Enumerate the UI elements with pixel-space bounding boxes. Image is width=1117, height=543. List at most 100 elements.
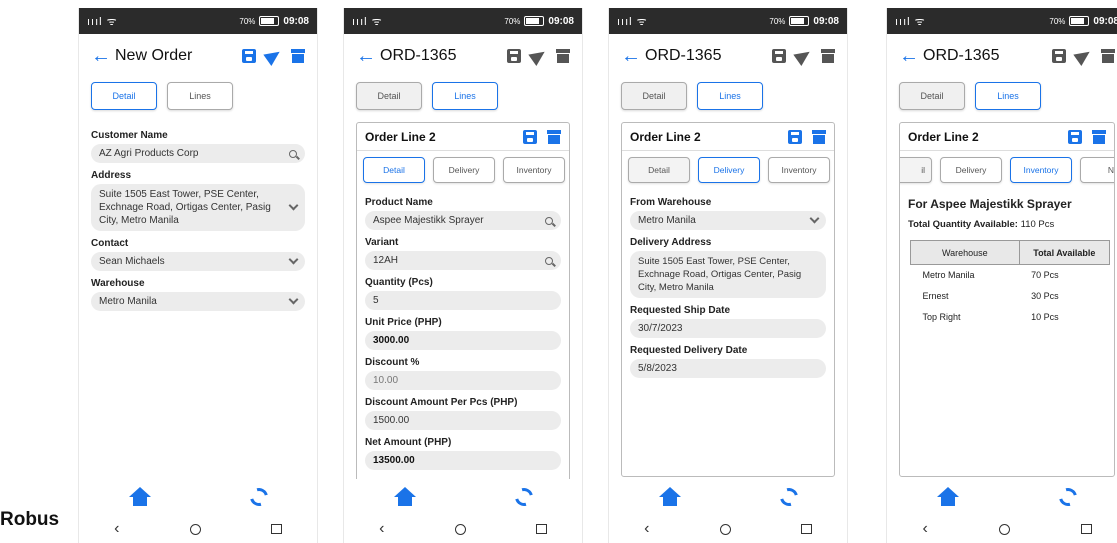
refresh-icon[interactable] bbox=[776, 484, 801, 510]
save-icon[interactable] bbox=[242, 49, 256, 63]
delivery-address-field[interactable]: Suite 1505 East Tower, PSE Center, Exchn… bbox=[630, 251, 826, 298]
bottom-navigation: ‹ bbox=[609, 479, 847, 543]
subtab-inventory[interactable]: Inventory bbox=[1010, 157, 1072, 183]
net-amount-field: 13500.00 bbox=[365, 451, 561, 470]
save-icon[interactable] bbox=[788, 129, 802, 144]
customer-name-field[interactable]: AZ Agri Products Corp bbox=[91, 144, 305, 163]
home-icon[interactable] bbox=[658, 487, 681, 507]
tab-detail[interactable]: Detail bbox=[91, 82, 157, 110]
tab-detail[interactable]: Detail bbox=[356, 82, 422, 110]
discount-percent-field[interactable]: 10.00 bbox=[365, 371, 561, 390]
recents-nav-icon[interactable] bbox=[270, 524, 282, 534]
send-icon[interactable] bbox=[263, 45, 284, 67]
subtab-detail[interactable]: Detail bbox=[628, 157, 690, 183]
back-nav-icon[interactable]: ‹ bbox=[644, 521, 649, 537]
quantity-field[interactable]: 5 bbox=[365, 291, 561, 310]
archive-icon[interactable] bbox=[556, 49, 570, 63]
chevron-down-icon[interactable] bbox=[288, 254, 299, 265]
tab-lines[interactable]: Lines bbox=[697, 82, 763, 110]
recents-nav-icon[interactable] bbox=[800, 524, 812, 534]
table-row: Ernest 30 Pcs bbox=[911, 286, 1110, 307]
back-arrow-icon[interactable]: ← bbox=[91, 46, 111, 66]
warehouse-field[interactable]: Metro Manila bbox=[91, 292, 305, 311]
save-icon[interactable] bbox=[1052, 49, 1066, 63]
ship-date-field[interactable]: 30/7/2023 bbox=[630, 319, 826, 338]
back-nav-icon[interactable]: ‹ bbox=[114, 521, 119, 537]
subtab-detail[interactable]: il bbox=[900, 157, 932, 183]
clock: 09:08 bbox=[1093, 15, 1117, 27]
order-form: Customer Name AZ Agri Products Corp Addr… bbox=[79, 114, 317, 311]
field-value: Metro Manila bbox=[99, 296, 157, 307]
back-arrow-icon[interactable]: ← bbox=[899, 46, 919, 66]
field-value: Suite 1505 East Tower, PSE Center, Exchn… bbox=[99, 189, 271, 226]
home-nav-icon[interactable] bbox=[998, 523, 1010, 535]
refresh-icon[interactable] bbox=[511, 484, 536, 510]
chevron-down-icon[interactable] bbox=[288, 200, 299, 211]
archive-icon[interactable] bbox=[812, 129, 826, 144]
home-nav-icon[interactable] bbox=[454, 523, 466, 535]
subtab-inventory[interactable]: Inventory bbox=[503, 157, 565, 183]
send-icon[interactable] bbox=[793, 45, 814, 67]
search-icon[interactable] bbox=[545, 216, 553, 225]
delivery-date-field[interactable]: 5/8/2023 bbox=[630, 359, 826, 378]
subtab-inventory[interactable]: Inventory bbox=[768, 157, 830, 183]
discount-amount-field[interactable]: 1500.00 bbox=[365, 411, 561, 430]
subtab-delivery[interactable]: Delivery bbox=[940, 157, 1002, 183]
search-icon[interactable] bbox=[289, 149, 297, 158]
search-icon[interactable] bbox=[545, 256, 553, 265]
field-label: Contact bbox=[91, 238, 129, 249]
back-nav-icon[interactable]: ‹ bbox=[922, 521, 927, 537]
subtab-delivery[interactable]: Delivery bbox=[698, 157, 760, 183]
subtab-detail[interactable]: Detail bbox=[363, 157, 425, 183]
total-label: Total Quantity Available: bbox=[908, 219, 1018, 230]
address-field[interactable]: Suite 1505 East Tower, PSE Center, Exchn… bbox=[91, 184, 305, 231]
app-header: ← ORD-1365 bbox=[344, 34, 582, 78]
tab-lines[interactable]: Lines bbox=[432, 82, 498, 110]
chevron-down-icon[interactable] bbox=[809, 213, 820, 224]
subtab-next[interactable]: N bbox=[1080, 157, 1114, 183]
home-icon[interactable] bbox=[937, 487, 959, 507]
archive-icon[interactable] bbox=[1092, 129, 1106, 144]
contact-field[interactable]: Sean Michaels bbox=[91, 252, 305, 271]
home-icon[interactable] bbox=[393, 487, 416, 507]
tab-detail[interactable]: Detail bbox=[621, 82, 687, 110]
from-warehouse-field[interactable]: Metro Manila bbox=[630, 211, 826, 230]
home-nav-icon[interactable] bbox=[189, 523, 201, 535]
chevron-down-icon[interactable] bbox=[288, 294, 299, 305]
field-label: Delivery Address bbox=[630, 237, 712, 248]
save-icon[interactable] bbox=[772, 49, 786, 63]
back-nav-icon[interactable]: ‹ bbox=[379, 521, 384, 537]
archive-icon[interactable] bbox=[1101, 49, 1115, 63]
field-value: 13500.00 bbox=[373, 455, 415, 466]
field-value: 5/8/2023 bbox=[638, 363, 677, 374]
field-label: Product Name bbox=[365, 197, 433, 208]
warehouse-cell: Ernest bbox=[922, 291, 949, 301]
product-name-field[interactable]: Aspee Majestikk Sprayer bbox=[365, 211, 561, 230]
available-cell: 70 Pcs bbox=[1031, 270, 1059, 281]
subtab-delivery[interactable]: Delivery bbox=[433, 157, 495, 183]
clock: 09:08 bbox=[548, 15, 574, 27]
back-arrow-icon[interactable]: ← bbox=[356, 46, 376, 66]
tab-lines[interactable]: Lines bbox=[975, 82, 1041, 110]
home-icon[interactable] bbox=[128, 487, 151, 507]
page-title: ORD-1365 bbox=[923, 47, 1000, 64]
recents-nav-icon[interactable] bbox=[535, 524, 547, 534]
tab-lines[interactable]: Lines bbox=[167, 82, 233, 110]
save-icon[interactable] bbox=[507, 49, 521, 63]
send-icon[interactable] bbox=[1073, 45, 1094, 67]
tab-detail[interactable]: Detail bbox=[899, 82, 965, 110]
archive-icon[interactable] bbox=[821, 49, 835, 63]
refresh-icon[interactable] bbox=[246, 484, 271, 510]
home-nav-icon[interactable] bbox=[719, 523, 731, 535]
refresh-icon[interactable] bbox=[1055, 484, 1081, 510]
signal-icon: ıııl ᯤ bbox=[352, 15, 383, 28]
save-icon[interactable] bbox=[1068, 129, 1082, 144]
archive-icon[interactable] bbox=[547, 129, 561, 144]
send-icon[interactable] bbox=[528, 45, 549, 67]
back-arrow-icon[interactable]: ← bbox=[621, 46, 641, 66]
archive-icon[interactable] bbox=[291, 49, 305, 63]
field-value: 10.00 bbox=[373, 375, 399, 386]
variant-field[interactable]: 12AH bbox=[365, 251, 561, 270]
save-icon[interactable] bbox=[523, 129, 537, 144]
recents-nav-icon[interactable] bbox=[1080, 524, 1092, 534]
